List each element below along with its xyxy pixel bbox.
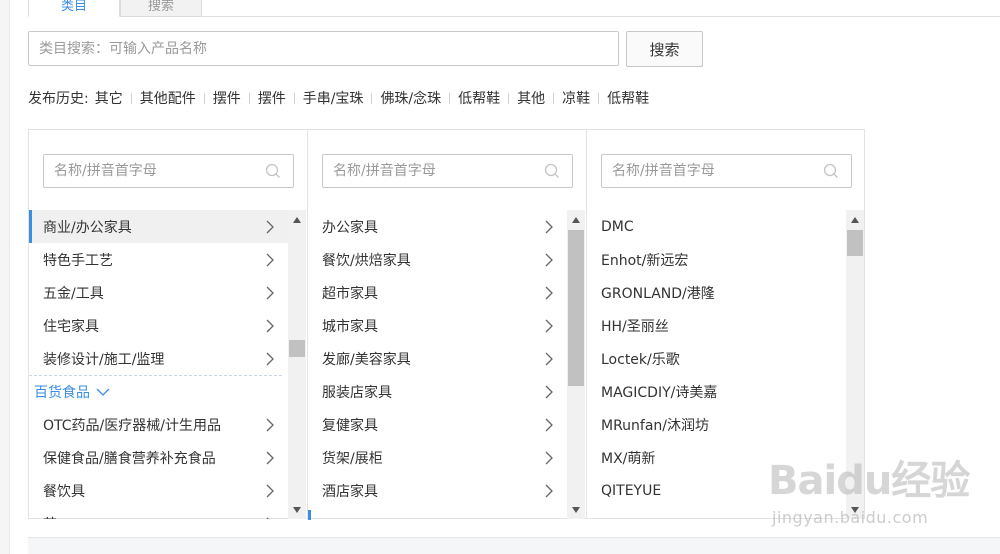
scroll-up-arrow-icon[interactable] xyxy=(571,216,581,224)
list-item[interactable]: GRONLAND/港隆 xyxy=(587,276,846,309)
chevron-right-icon xyxy=(266,517,269,519)
scroll-up-arrow-icon[interactable] xyxy=(292,216,302,224)
publish-history: 发布历史: 其它 其他配件 摆件 摆件 手串/宝珠 佛珠/念珠 低帮鞋 其他 凉… xyxy=(28,88,649,108)
watermark-logo: Baidu经验 xyxy=(768,458,970,504)
scrollbar-thumb[interactable] xyxy=(847,230,863,256)
chevron-right-icon xyxy=(545,418,553,432)
list-item[interactable]: 保健食品/膳食营养补充食品 xyxy=(29,441,288,474)
list-item[interactable]: 办公家具 xyxy=(308,210,567,243)
list-item[interactable]: 商业/办公家具 xyxy=(29,210,288,243)
chevron-right-icon xyxy=(545,484,553,498)
category-column-level2: 办公家具 餐饮/烘焙家具 超市家具 城市家具 发廊/美容家具 服装店家具 复健家… xyxy=(307,129,586,520)
list-item[interactable]: 餐饮具 xyxy=(29,474,288,507)
history-label: 发布历史: xyxy=(28,91,89,107)
category-search-input[interactable] xyxy=(28,31,619,66)
watermark-url: jingyan.baidu.com xyxy=(772,508,929,527)
history-item[interactable]: 凉鞋 xyxy=(562,88,590,108)
list-item[interactable]: 城市家具 xyxy=(308,309,567,342)
level2-list: 办公家具 餐饮/烘焙家具 超市家具 城市家具 发廊/美容家具 服装店家具 复健家… xyxy=(308,210,567,519)
history-item[interactable]: 摆件 xyxy=(213,88,241,108)
history-separator xyxy=(130,92,132,104)
tab-search[interactable]: 搜索 xyxy=(120,0,202,17)
level1-filter-input[interactable] xyxy=(43,154,294,188)
list-item[interactable]: 特色手工艺 xyxy=(29,243,288,276)
level2-filter-input[interactable] xyxy=(322,154,573,188)
search-button[interactable]: 搜索 xyxy=(626,31,703,67)
level2-scrollbar[interactable] xyxy=(567,210,585,519)
scroll-up-arrow-icon[interactable] xyxy=(850,216,860,224)
scroll-down-arrow-icon[interactable] xyxy=(571,506,581,514)
chevron-right-icon xyxy=(266,451,274,465)
next-item-active-marker xyxy=(308,510,311,520)
list-item[interactable]: DMC xyxy=(587,210,846,243)
group-header-general-goods[interactable]: 百货食品 xyxy=(29,375,282,408)
category-columns: 商业/办公家具 特色手工艺 五金/工具 住宅家具 装修设计/施工/监理 百货食品… xyxy=(28,129,865,520)
history-separator xyxy=(508,92,510,104)
chevron-right-icon xyxy=(266,286,274,300)
list-item[interactable]: 酒店家具 xyxy=(308,474,567,507)
list-item[interactable]: 装修设计/施工/监理 xyxy=(29,342,288,375)
list-item[interactable]: 五金/工具 xyxy=(29,276,288,309)
history-separator xyxy=(553,92,555,104)
level1-list: 商业/办公家具 特色手工艺 五金/工具 住宅家具 装修设计/施工/监理 百货食品… xyxy=(29,210,288,519)
chevron-right-icon xyxy=(266,484,274,498)
scrollbar-thumb[interactable] xyxy=(289,340,305,357)
list-item[interactable]: 住宅家具 xyxy=(29,309,288,342)
chevron-right-icon xyxy=(266,319,274,333)
list-item[interactable]: 超市家具 xyxy=(308,276,567,309)
chevron-right-icon xyxy=(266,220,274,234)
history-separator xyxy=(449,92,451,104)
chevron-right-icon xyxy=(545,319,553,333)
search-icon xyxy=(544,163,559,178)
scrollbar-thumb[interactable] xyxy=(568,230,584,386)
list-item[interactable]: 复健家具 xyxy=(308,408,567,441)
history-separator xyxy=(371,92,373,104)
list-item[interactable]: HH/圣丽丝 xyxy=(587,309,846,342)
chevron-right-icon xyxy=(545,220,553,234)
search-icon xyxy=(265,163,280,178)
chevron-right-icon xyxy=(266,253,274,267)
chevron-down-icon xyxy=(96,388,110,396)
history-item[interactable]: 其它 xyxy=(95,88,123,108)
tab-category[interactable]: 类目 xyxy=(28,0,120,17)
category-column-level1: 商业/办公家具 特色手工艺 五金/工具 住宅家具 装修设计/施工/监理 百货食品… xyxy=(28,129,307,519)
list-item[interactable]: 服装店家具 xyxy=(308,375,567,408)
baidu-jingyan-watermark: Baidu经验 jingyan.baidu.com xyxy=(768,448,988,540)
list-item[interactable]: MRunfan/沐润坊 xyxy=(587,408,846,441)
level1-scrollbar[interactable] xyxy=(288,210,306,519)
list-item[interactable]: 货架/展柜 xyxy=(308,441,567,474)
chevron-right-icon xyxy=(545,352,553,366)
history-separator xyxy=(293,92,295,104)
tab-bar: 类目 搜索 xyxy=(28,0,1000,17)
history-item[interactable]: 其他 xyxy=(517,88,545,108)
left-sidebar-edge xyxy=(0,0,10,554)
chevron-right-icon xyxy=(266,352,274,366)
history-item[interactable]: 低帮鞋 xyxy=(607,88,649,108)
list-item[interactable]: Enhot/新远宏 xyxy=(587,243,846,276)
list-item[interactable]: Loctek/乐歌 xyxy=(587,342,846,375)
chevron-right-icon xyxy=(545,451,553,465)
list-item[interactable]: MAGICDIY/诗美嘉 xyxy=(587,375,846,408)
list-item[interactable]: OTC药品/医疗器械/计生用品 xyxy=(29,408,288,441)
history-item[interactable]: 摆件 xyxy=(258,88,286,108)
list-item[interactable]: 茶 xyxy=(29,507,288,519)
chevron-right-icon xyxy=(545,253,553,267)
history-separator xyxy=(203,92,205,104)
chevron-right-icon xyxy=(545,286,553,300)
chevron-right-icon xyxy=(545,385,553,399)
search-icon xyxy=(823,163,838,178)
brand-filter-input[interactable] xyxy=(601,154,852,188)
scroll-down-arrow-icon[interactable] xyxy=(292,506,302,514)
history-separator xyxy=(248,92,250,104)
list-item[interactable]: 餐饮/烘焙家具 xyxy=(308,243,567,276)
list-item[interactable]: 发廊/美容家具 xyxy=(308,342,567,375)
history-item[interactable]: 佛珠/念珠 xyxy=(380,88,441,108)
history-separator xyxy=(598,92,600,104)
history-item[interactable]: 其他配件 xyxy=(140,88,196,108)
history-item[interactable]: 低帮鞋 xyxy=(458,88,500,108)
chevron-right-icon xyxy=(266,418,274,432)
history-item[interactable]: 手串/宝珠 xyxy=(303,88,364,108)
